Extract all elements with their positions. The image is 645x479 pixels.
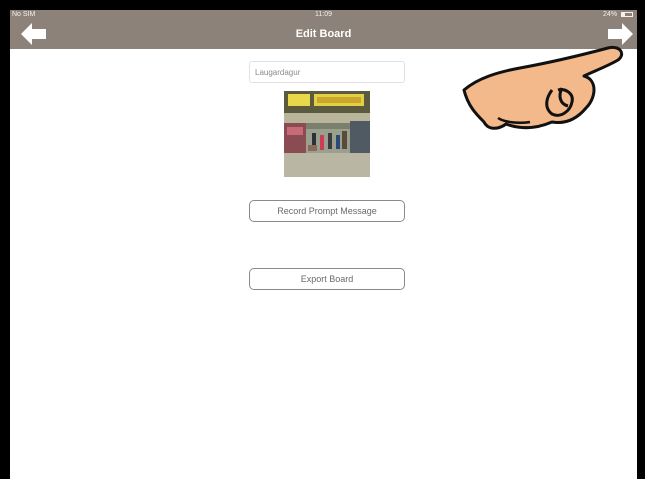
pointing-hand-icon bbox=[462, 45, 624, 130]
battery-icon bbox=[621, 11, 633, 17]
status-bar: No SIM 11:09 24% bbox=[10, 10, 637, 20]
board-name-input[interactable] bbox=[249, 61, 405, 83]
battery-percent: 24% bbox=[603, 11, 618, 18]
battery-status: 24% bbox=[603, 10, 633, 20]
board-image[interactable] bbox=[284, 91, 370, 177]
export-board-button[interactable]: Export Board bbox=[249, 268, 405, 290]
status-time: 11:09 bbox=[315, 11, 332, 18]
supermarket-photo-icon bbox=[284, 91, 370, 177]
record-prompt-button[interactable]: Record Prompt Message bbox=[249, 200, 405, 222]
